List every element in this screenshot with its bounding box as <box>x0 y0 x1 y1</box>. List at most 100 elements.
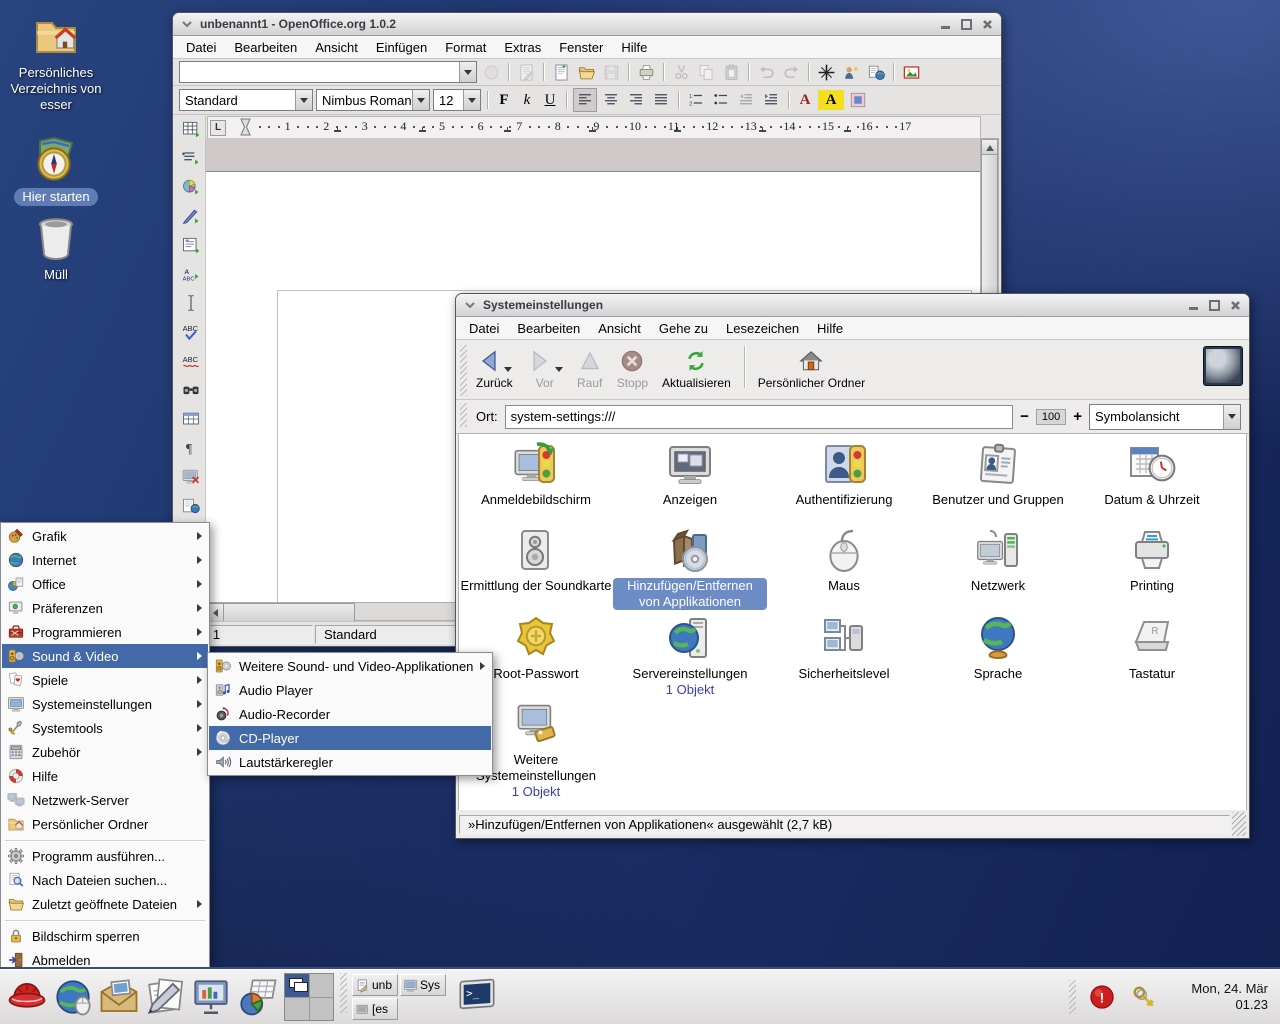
insert-objects-button[interactable] <box>180 176 202 198</box>
desktop-icon-hier-starten[interactable]: Hier starten <box>4 135 108 206</box>
menu-item-sound-video[interactable]: Sound & Video <box>2 644 208 668</box>
hyperlink-button[interactable] <box>865 61 887 83</box>
maximize-icon[interactable] <box>959 17 974 32</box>
form-functions-button[interactable] <box>180 234 202 256</box>
zoom-out-button[interactable]: − <box>1020 409 1029 424</box>
menu-ansicht[interactable]: Ansicht <box>589 319 650 338</box>
stop-button[interactable] <box>480 61 502 83</box>
close-icon[interactable] <box>1228 298 1243 313</box>
desktop-pager[interactable] <box>284 973 334 1021</box>
align-left-button[interactable] <box>573 88 597 112</box>
shade-icon[interactable] <box>179 17 194 32</box>
task-button-unb[interactable]: unb <box>352 974 398 996</box>
word-processor-launcher[interactable] <box>142 974 188 1020</box>
menu-item-weitere-sound-und-video-applikationen[interactable]: Weitere Sound- und Video-Applikationen <box>209 654 491 678</box>
menu-item-zubehör[interactable]: Zubehör <box>2 740 208 764</box>
toolbar-drag-handle[interactable] <box>460 403 467 427</box>
settings-item-datum-uhrzeit[interactable]: Datum & Uhrzeit <box>1075 440 1229 508</box>
menu-item-spiele[interactable]: Spiele <box>2 668 208 692</box>
undo-button[interactable] <box>755 61 777 83</box>
menu-item-office[interactable]: Office <box>2 572 208 596</box>
toolbar-drag-handle[interactable] <box>460 345 467 396</box>
settings-item-authentifizierung[interactable]: Authentifizierung <box>767 440 921 508</box>
highlight-button[interactable]: A <box>818 90 844 110</box>
maximize-icon[interactable] <box>1207 298 1222 313</box>
menu-bearbeiten[interactable]: Bearbeiten <box>225 38 306 57</box>
zoom-in-button[interactable]: + <box>1073 409 1082 424</box>
font-combo[interactable]: Nimbus Roman <box>316 89 430 111</box>
chevron-down-icon[interactable] <box>463 90 480 110</box>
menu-item-systemtools[interactable]: Systemtools <box>2 716 208 740</box>
menu-item-zuletzt-geöffnete-dateien[interactable]: Zuletzt geöffnete Dateien <box>2 892 208 916</box>
menu-item-grafik[interactable]: Grafik <box>2 524 208 548</box>
nonprinting-chars-button[interactable]: ¶ <box>180 437 202 459</box>
fontsize-combo[interactable]: 12 <box>433 89 481 111</box>
insert-fields-button[interactable] <box>180 147 202 169</box>
scrollbar-thumb[interactable] <box>223 603 355 622</box>
menu-datei[interactable]: Datei <box>177 38 225 57</box>
desktop-icon-pers-nliches-verzeichnis-von-esser[interactable]: Persönliches Verzeichnis von esser <box>4 12 108 113</box>
increase-indent-button[interactable] <box>760 89 782 111</box>
menu-format[interactable]: Format <box>436 38 495 57</box>
edit-file-button[interactable] <box>515 61 537 83</box>
menu-item-nach-dateien-suchen-[interactable]: Nach Dateien suchen... <box>2 868 208 892</box>
align-justify-button[interactable] <box>650 89 672 111</box>
print-button[interactable] <box>635 61 657 83</box>
spreadsheet-launcher[interactable] <box>234 974 280 1020</box>
autospellcheck-button[interactable]: ABC <box>180 350 202 372</box>
pager-desktop-4[interactable] <box>310 998 334 1021</box>
menu-item-präferenzen[interactable]: Präferenzen <box>2 596 208 620</box>
menu-ansicht[interactable]: Ansicht <box>306 38 367 57</box>
settings-item-sprache[interactable]: Sprache <box>921 614 1075 682</box>
menu-bearbeiten[interactable]: Bearbeiten <box>508 319 589 338</box>
menu-hilfe[interactable]: Hilfe <box>808 319 852 338</box>
settings-item-netzwerk[interactable]: Netzwerk <box>921 526 1075 594</box>
numbered-list-button[interactable]: 12 <box>685 89 707 111</box>
underline-button[interactable]: U <box>540 90 560 110</box>
pager-desktop-2[interactable] <box>310 974 334 997</box>
data-sources-button[interactable] <box>180 408 202 430</box>
draw-functions-button[interactable] <box>180 205 202 227</box>
taskbar-clock[interactable]: Mon, 24. Mär 01.23 <box>1168 981 1276 1013</box>
chevron-down-icon[interactable] <box>412 90 429 110</box>
menu-item-audio-recorder[interactable]: Audio-Recorder <box>209 702 491 726</box>
email-launcher[interactable] <box>96 974 142 1020</box>
minimize-icon[interactable] <box>1186 298 1201 313</box>
task-button-sys[interactable]: Sys <box>400 974 446 996</box>
menu-item-bildschirm-sperren[interactable]: Bildschirm sperren <box>2 924 208 948</box>
alert-icon[interactable]: ! <box>1088 983 1116 1011</box>
close-icon[interactable] <box>980 17 995 32</box>
chevron-down-icon[interactable] <box>459 62 476 82</box>
menu-item-systemeinstellungen[interactable]: Systemeinstellungen <box>2 692 208 716</box>
terminal-icon[interactable]: >_ <box>457 977 497 1017</box>
task-button-es[interactable]: [es <box>352 998 398 1020</box>
menu-gehe-zu[interactable]: Gehe zu <box>650 319 717 338</box>
paragraph-background-icon[interactable] <box>847 89 869 111</box>
open-button[interactable] <box>575 61 597 83</box>
align-right-button[interactable] <box>625 89 647 111</box>
ruler[interactable]: L1234567891011121314151617 <box>207 116 981 139</box>
chevron-down-icon[interactable] <box>295 90 312 110</box>
openoffice-titlebar[interactable]: unbenannt1 - OpenOffice.org 1.0.2 <box>173 13 1001 36</box>
zurück-button[interactable]: Zurück <box>469 342 520 392</box>
resize-grip[interactable] <box>1232 812 1246 836</box>
settings-item-anmeldebildschirm[interactable]: Anmeldebildschirm <box>459 440 613 508</box>
menu-item-netzwerk-server[interactable]: Netzwerk-Server <box>2 788 208 812</box>
paste-button[interactable] <box>720 61 742 83</box>
pager-desktop-3[interactable] <box>285 998 309 1021</box>
chevron-down-icon[interactable] <box>504 367 512 372</box>
italic-button[interactable]: k <box>517 90 537 110</box>
insert-graphics-button[interactable] <box>900 61 922 83</box>
settings-item-maus[interactable]: Maus <box>767 526 921 594</box>
settings-item-ermittlung-der-soundkarte[interactable]: Ermittlung der Soundkarte <box>459 526 613 594</box>
find-button[interactable] <box>180 379 202 401</box>
autotext-button[interactable]: AABC <box>180 263 202 285</box>
tab-type-selector[interactable]: L <box>210 120 226 136</box>
chevron-down-icon[interactable] <box>1223 405 1240 429</box>
url-combo[interactable] <box>179 61 477 83</box>
web-browser-launcher[interactable] <box>50 974 96 1020</box>
desktop-icon-m-ll[interactable]: Müll <box>4 214 108 283</box>
menu-item-lautstärkeregler[interactable]: Lautstärkeregler <box>209 750 491 774</box>
menu-lesezeichen[interactable]: Lesezeichen <box>717 319 808 338</box>
gallery-button[interactable] <box>840 61 862 83</box>
